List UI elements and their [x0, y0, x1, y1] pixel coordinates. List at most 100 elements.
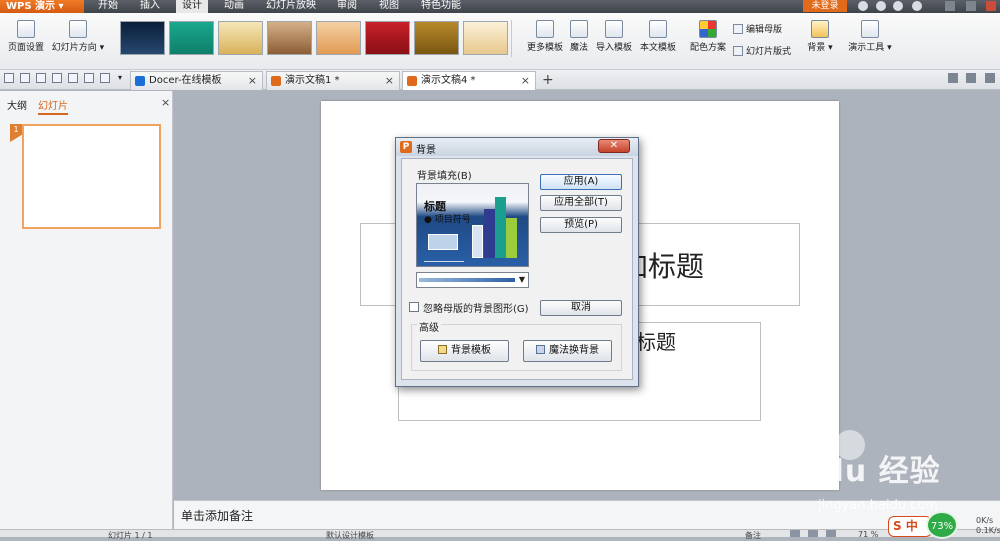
template-thumb-5[interactable] [316, 21, 361, 55]
document-template-icon [649, 20, 667, 38]
apply-button[interactable]: 应用(A) [540, 174, 622, 190]
export-pdf-icon[interactable] [36, 73, 46, 83]
undo-icon[interactable] [84, 73, 94, 83]
magic-background-button[interactable]: 魔法换背景 [523, 340, 612, 362]
background-icon [811, 20, 829, 38]
page-setup-button[interactable]: 页面设置 [6, 20, 46, 53]
template-icon [438, 345, 447, 354]
slide-direction-button[interactable]: 幻灯片方向 ▾ [50, 20, 106, 53]
preview-line [424, 261, 464, 262]
dialog-close-button[interactable]: ✕ [598, 139, 630, 153]
close-icon[interactable]: × [385, 72, 394, 90]
minimize-icon[interactable] [945, 1, 955, 11]
open-icon[interactable] [4, 73, 14, 83]
fill-swatch [419, 278, 515, 282]
slideshow-view-icon[interactable] [826, 530, 836, 537]
slide-direction-icon [69, 20, 87, 38]
ignore-master-label: 忽略母版的背景图形(G) [423, 304, 529, 315]
cpu-usage-badge[interactable]: 73% [926, 511, 958, 539]
presentation-tools-label: 演示工具 [848, 43, 885, 53]
edit-master-button[interactable]: 编辑母版 [733, 22, 782, 35]
ime-label: 中 [905, 519, 918, 533]
tab-slides[interactable]: 幻灯片 [38, 97, 68, 115]
preview-bullet: ● 项目符号 [424, 215, 471, 225]
close-icon[interactable]: × [248, 72, 257, 90]
sogou-icon: S [893, 519, 902, 533]
preview-bar-3 [495, 197, 506, 258]
background-button[interactable]: 背景 ▾ [805, 20, 835, 53]
menu-home[interactable]: 开始 [98, 0, 118, 13]
close-icon[interactable]: × [521, 72, 530, 90]
template-thumb-2[interactable] [169, 21, 214, 55]
template-icon [536, 20, 554, 38]
zoom-level[interactable]: 71 % [858, 530, 878, 539]
ignore-master-checkbox[interactable] [409, 302, 419, 312]
magic-button[interactable]: 魔法 [566, 20, 592, 53]
notes-toggle[interactable]: 备注 [745, 530, 761, 541]
close-doc-icon[interactable] [985, 73, 995, 83]
menu-design[interactable]: 设计 [176, 0, 208, 13]
save-icon[interactable] [20, 73, 30, 83]
more-templates-button[interactable]: 更多模板 [525, 20, 565, 53]
tab-presentation-4-label: 演示文稿4 * [421, 75, 476, 86]
preview-bar-4 [506, 218, 517, 258]
slide-thumbnail[interactable] [22, 124, 161, 229]
wps-presentation-icon: P [400, 141, 412, 153]
app-menu-button[interactable]: WPS 演示 ▾ [0, 0, 84, 13]
presentation-tools-button[interactable]: 演示工具 ▾ [846, 20, 894, 53]
tab-outline[interactable]: 大纲 [7, 97, 27, 112]
restore-doc-icon[interactable] [966, 73, 976, 83]
settings-icon[interactable] [858, 1, 868, 11]
close-icon[interactable] [986, 1, 996, 11]
template-thumb-6[interactable] [365, 21, 410, 55]
quick-access-dropdown-icon[interactable]: ▾ [118, 73, 128, 83]
edit-master-icon [733, 24, 743, 34]
print-icon[interactable] [52, 73, 62, 83]
menu-view[interactable]: 视图 [379, 0, 399, 13]
tab-presentation-1[interactable]: 演示文稿1 * × [266, 71, 400, 90]
template-thumb-3[interactable] [218, 21, 263, 55]
tab-presentation-4[interactable]: 演示文稿4 * × [402, 71, 536, 90]
advanced-label: 高级 [417, 319, 441, 334]
chevron-down-icon[interactable]: ▼ [516, 273, 528, 287]
sorter-view-icon[interactable] [808, 530, 818, 537]
background-template-button[interactable]: 背景模板 [420, 340, 509, 362]
login-button[interactable]: 未登录 [803, 0, 847, 12]
notes-placeholder: 单击添加备注 [181, 509, 254, 523]
redo-icon[interactable] [100, 73, 110, 83]
preview-button[interactable]: 预览(P) [540, 217, 622, 233]
apply-all-button[interactable]: 应用全部(T) [540, 195, 622, 211]
menu-review[interactable]: 审阅 [337, 0, 357, 13]
menu-animation[interactable]: 动画 [224, 0, 244, 13]
template-thumb-4[interactable] [267, 21, 312, 55]
import-template-button[interactable]: 导入模板 [594, 20, 634, 53]
help-icon[interactable] [912, 1, 922, 11]
menu-slideshow[interactable]: 幻灯片放映 [266, 0, 316, 13]
maximize-icon[interactable] [966, 1, 976, 11]
cancel-button[interactable]: 取消 [540, 300, 622, 316]
add-tab-icon[interactable]: + [542, 71, 554, 89]
share-icon[interactable] [893, 1, 903, 11]
color-scheme-button[interactable]: 配色方案 [688, 20, 728, 53]
menu-special[interactable]: 特色功能 [421, 0, 461, 13]
close-panel-icon[interactable]: × [161, 96, 170, 109]
template-thumb-1[interactable] [120, 21, 165, 55]
template-name: 默认设计模板 [326, 531, 374, 540]
this-template-button[interactable]: 本文模板 [638, 20, 678, 53]
template-thumb-7[interactable] [414, 21, 459, 55]
normal-view-icon[interactable] [790, 530, 800, 537]
menu-insert[interactable]: 插入 [140, 0, 160, 13]
slide-counter: 幻灯片 1 / 1 [108, 531, 153, 540]
tools-icon [861, 20, 879, 38]
template-thumb-8[interactable] [463, 21, 508, 55]
slide-layout-button[interactable]: 幻灯片版式 [733, 44, 791, 57]
edit-master-label: 编辑母版 [746, 25, 783, 35]
pin-icon[interactable] [948, 73, 958, 83]
print-preview-icon[interactable] [68, 73, 78, 83]
page-setup-icon [17, 20, 35, 38]
magic-wand-icon [536, 345, 545, 354]
tab-docer-templates[interactable]: Docer-在线模板 × [130, 71, 263, 90]
skin-icon[interactable] [876, 1, 886, 11]
slide-layout-label: 幻灯片版式 [746, 47, 792, 57]
template-gallery-scroll[interactable] [511, 20, 519, 57]
